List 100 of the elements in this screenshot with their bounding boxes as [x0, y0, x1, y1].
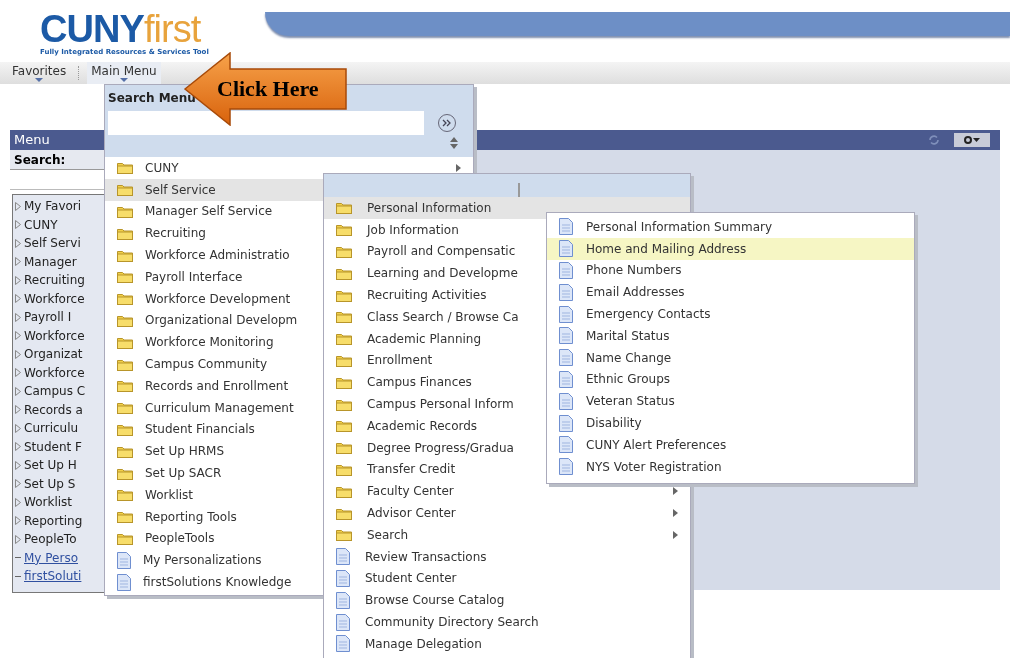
menu-item[interactable]: Search: [324, 523, 690, 546]
menu-tree-item[interactable]: Organizat: [24, 345, 83, 364]
page-icon: [559, 392, 573, 410]
folder-icon: [336, 310, 352, 324]
page-icon: [336, 635, 350, 653]
folder-icon: [117, 248, 133, 262]
menu-item[interactable]: Advisor Center: [324, 502, 690, 524]
menu-item[interactable]: Browse Course Catalog: [324, 589, 690, 612]
folder-icon: [117, 401, 133, 415]
menu-item[interactable]: CUNY Alert Preferences: [547, 433, 914, 456]
menu-link[interactable]: My Perso: [24, 548, 78, 567]
menu-item[interactable]: Personal Information Summary: [547, 216, 914, 238]
folder-icon: [336, 332, 352, 346]
folder-icon: [117, 488, 133, 502]
menu-item[interactable]: Email Addresses: [547, 281, 914, 304]
menu-tree-item[interactable]: Set Up H: [24, 456, 77, 475]
folder-icon: [336, 353, 352, 367]
menu-tree-item[interactable]: Campus C: [24, 382, 86, 401]
page-icon: [336, 569, 350, 587]
menu-tree-item[interactable]: Manager: [24, 252, 77, 271]
page-icon: [117, 551, 131, 569]
menu-tree-item[interactable]: PeopleTo: [24, 530, 77, 549]
menu-tree-item[interactable]: Worklist: [24, 493, 72, 512]
settings-icon: [964, 136, 980, 144]
settings-button[interactable]: [954, 133, 990, 147]
menu-item[interactable]: NYS Voter Registration: [547, 455, 914, 478]
menu-item[interactable]: Phone Numbers: [547, 259, 914, 282]
menu-tree-item[interactable]: Workforce: [24, 326, 85, 345]
folder-icon: [117, 226, 133, 240]
menu-tree-item[interactable]: Student F: [24, 437, 82, 456]
menu-tree-item[interactable]: Set Up S: [24, 474, 76, 493]
page-icon: [559, 436, 573, 454]
page-icon: [559, 305, 573, 323]
menu-item[interactable]: Veteran Status: [547, 390, 914, 413]
folder-icon: [336, 484, 352, 498]
menu-tree-item[interactable]: Workforce: [24, 289, 85, 308]
menu-item[interactable]: Manage Delegation: [324, 632, 690, 655]
folder-icon: [336, 201, 352, 215]
page-icon: [336, 591, 350, 609]
menu-item[interactable]: Ethnic Groups: [547, 368, 914, 391]
folder-icon: [117, 335, 133, 349]
nav-menu-button[interactable]: Favorites: [8, 62, 71, 84]
sort-icon[interactable]: [450, 137, 458, 149]
menu-search-field[interactable]: [108, 111, 424, 135]
page-icon: [559, 327, 573, 345]
page-icon: [559, 349, 573, 367]
menu-tree-item[interactable]: Self Servi: [24, 234, 81, 253]
nav-menu-button[interactable]: Main Menu: [87, 62, 161, 84]
folder-icon: [336, 245, 352, 258]
callout-text: Click Here: [217, 75, 319, 103]
menu-tree-item[interactable]: Recruiting: [24, 271, 85, 290]
folder-icon: [336, 266, 352, 280]
logo: CUNYfirst: [40, 10, 201, 48]
folder-icon: [336, 288, 352, 302]
menu-item[interactable]: Community Directory Search: [324, 611, 690, 633]
folder-icon: [336, 375, 352, 389]
menu-tree-item[interactable]: Records a: [24, 400, 83, 419]
page-icon: [559, 283, 573, 301]
menu-item[interactable]: Marital Status: [547, 325, 914, 347]
menu-item[interactable]: Home and Mailing Address: [547, 237, 914, 260]
folder-icon: [336, 528, 352, 542]
folder-icon: [336, 462, 352, 476]
menu-tree-item[interactable]: Curriculu: [24, 419, 79, 438]
menu-item[interactable]: Name Change: [547, 346, 914, 369]
menu-item[interactable]: Emergency Contacts: [547, 303, 914, 325]
page-icon: [559, 218, 573, 236]
menu-tree-item[interactable]: Reporting: [24, 511, 83, 530]
folder-icon: [117, 205, 133, 218]
menu-tree-item[interactable]: CUNY: [24, 215, 58, 234]
folder-icon: [117, 379, 133, 393]
menu-tree-item[interactable]: My Favori: [24, 197, 82, 216]
menu-tree-item[interactable]: Workforce: [24, 363, 85, 382]
search-menu-label: Search Menu: [108, 90, 197, 107]
folder-icon: [336, 223, 352, 237]
refresh-icon: [928, 134, 940, 146]
double-chevron-icon: [442, 119, 452, 127]
folder-icon: [336, 506, 352, 520]
folder-icon: [117, 466, 133, 480]
page-icon: [559, 240, 573, 258]
folder-icon: [117, 510, 133, 524]
folder-icon: [117, 422, 133, 436]
folder-icon: [117, 531, 133, 545]
folder-icon: [117, 183, 133, 197]
menu-link[interactable]: firstSoluti: [24, 567, 82, 586]
menu-tree-item[interactable]: Payroll I: [24, 308, 72, 327]
page-icon: [559, 262, 573, 279]
menu-item[interactable]: Disability: [547, 412, 914, 434]
page-icon: [336, 548, 350, 566]
page-icon: [559, 414, 573, 432]
folder-icon: [336, 441, 352, 455]
folder-icon: [117, 357, 133, 371]
dropdown-caret-icon: [35, 77, 44, 82]
folder-icon: [336, 397, 352, 411]
menu-item[interactable]: Student Center: [324, 567, 690, 590]
folder-icon: [117, 270, 133, 284]
menu-item[interactable]: Review Transactions: [324, 545, 690, 568]
page-icon: [336, 613, 350, 631]
page-icon: [117, 573, 131, 591]
folder-icon: [117, 313, 133, 327]
panel-title: Menu: [14, 131, 50, 150]
